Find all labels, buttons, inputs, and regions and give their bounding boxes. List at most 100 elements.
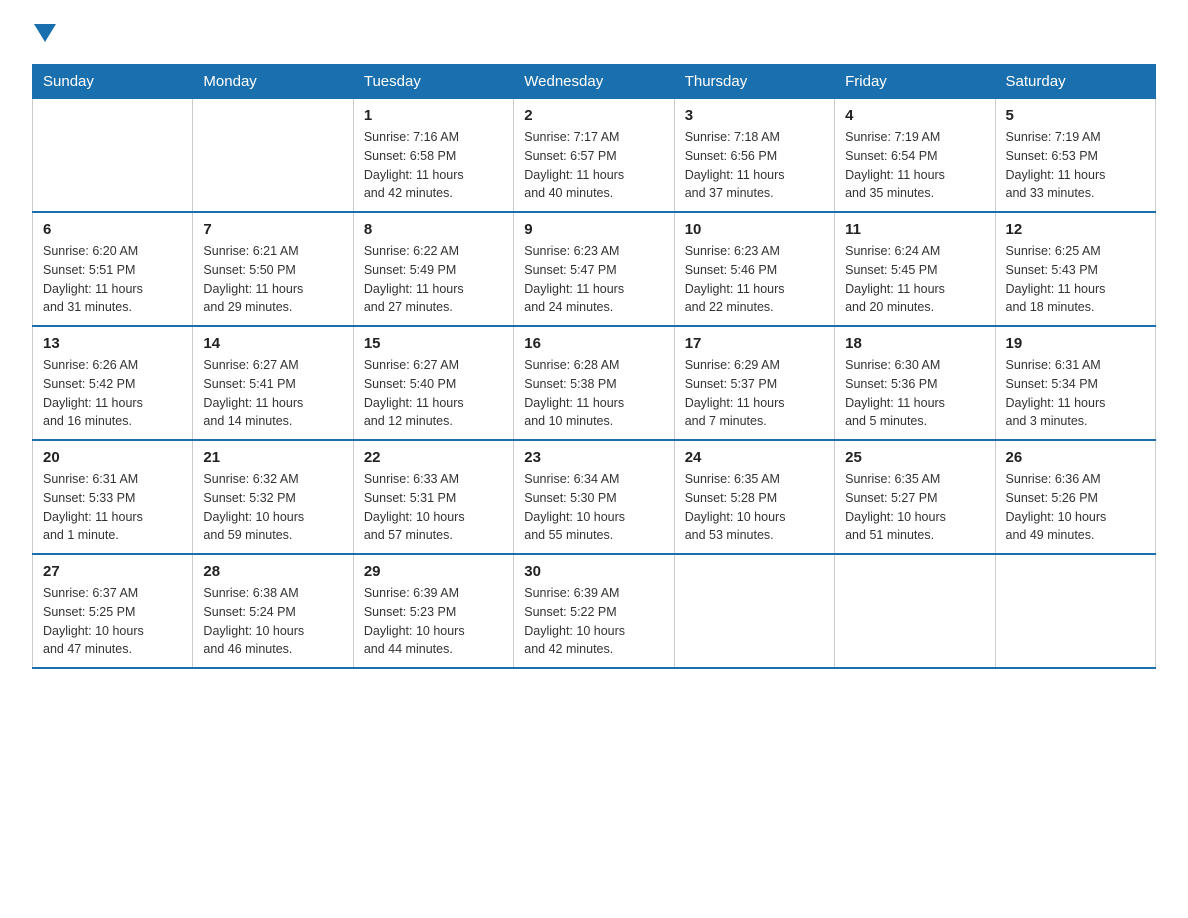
day-info: Sunrise: 6:27 AM Sunset: 5:40 PM Dayligh…: [364, 356, 503, 431]
calendar-cell: 13 Sunrise: 6:26 AM Sunset: 5:42 PM Dayli…: [33, 326, 193, 440]
calendar-cell: 10 Sunrise: 6:23 AM Sunset: 5:46 PM Dayli…: [674, 212, 834, 326]
day-number: 9: [524, 221, 663, 238]
day-info: Sunrise: 6:30 AM Sunset: 5:36 PM Dayligh…: [845, 356, 984, 431]
day-info: Sunrise: 6:31 AM Sunset: 5:33 PM Dayligh…: [43, 470, 182, 545]
calendar-cell: 3 Sunrise: 7:18 AM Sunset: 6:56 PM Daylig…: [674, 99, 834, 213]
calendar-cell: 4Sunrise: 7:19 AM Sunset: 6:54 PM Daylig…: [835, 99, 995, 213]
day-number: 13: [43, 335, 182, 352]
week-row: 27 Sunrise: 6:37 AM Sunset: 5:25 PM Dayli…: [33, 554, 1156, 668]
day-info: Sunrise: 6:20 AM Sunset: 5:51 PM Dayligh…: [43, 242, 182, 317]
day-header-wednesday: Wednesday: [514, 65, 674, 99]
day-number: 21: [203, 449, 342, 466]
calendar-cell: 21 Sunrise: 6:32 AM Sunset: 5:32 PM Dayli…: [193, 440, 353, 554]
calendar-body: 1 Sunrise: 7:16 AM Sunset: 6:58 PM Daylig…: [33, 99, 1156, 669]
day-number: 5: [1006, 107, 1145, 124]
week-row: 20Sunrise: 6:31 AM Sunset: 5:33 PM Dayli…: [33, 440, 1156, 554]
calendar-cell: 12 Sunrise: 6:25 AM Sunset: 5:43 PM Dayli…: [995, 212, 1155, 326]
day-number: 19: [1006, 335, 1145, 352]
calendar-cell: 2 Sunrise: 7:17 AM Sunset: 6:57 PM Daylig…: [514, 99, 674, 213]
calendar-cell: 20Sunrise: 6:31 AM Sunset: 5:33 PM Dayli…: [33, 440, 193, 554]
calendar-cell: 6 Sunrise: 6:20 AM Sunset: 5:51 PM Daylig…: [33, 212, 193, 326]
week-row: 1 Sunrise: 7:16 AM Sunset: 6:58 PM Daylig…: [33, 99, 1156, 213]
day-number: 2: [524, 107, 663, 124]
calendar-cell: 7 Sunrise: 6:21 AM Sunset: 5:50 PM Daylig…: [193, 212, 353, 326]
day-info: Sunrise: 7:16 AM Sunset: 6:58 PM Dayligh…: [364, 128, 503, 203]
days-of-week-row: SundayMondayTuesdayWednesdayThursdayFrid…: [33, 65, 1156, 99]
day-info: Sunrise: 7:19 AM Sunset: 6:53 PM Dayligh…: [1006, 128, 1145, 203]
day-info: Sunrise: 7:17 AM Sunset: 6:57 PM Dayligh…: [524, 128, 663, 203]
day-info: Sunrise: 6:29 AM Sunset: 5:37 PM Dayligh…: [685, 356, 824, 431]
day-info: Sunrise: 6:31 AM Sunset: 5:34 PM Dayligh…: [1006, 356, 1145, 431]
day-number: 23: [524, 449, 663, 466]
day-number: 18: [845, 335, 984, 352]
logo-triangle-icon: [34, 24, 56, 46]
day-info: Sunrise: 6:28 AM Sunset: 5:38 PM Dayligh…: [524, 356, 663, 431]
week-row: 13 Sunrise: 6:26 AM Sunset: 5:42 PM Dayli…: [33, 326, 1156, 440]
day-number: 8: [364, 221, 503, 238]
calendar-cell: 18 Sunrise: 6:30 AM Sunset: 5:36 PM Dayli…: [835, 326, 995, 440]
day-number: 12: [1006, 221, 1145, 238]
day-number: 6: [43, 221, 182, 238]
calendar-cell: 16 Sunrise: 6:28 AM Sunset: 5:38 PM Dayli…: [514, 326, 674, 440]
day-header-tuesday: Tuesday: [353, 65, 513, 99]
day-number: 22: [364, 449, 503, 466]
calendar-cell: 22 Sunrise: 6:33 AM Sunset: 5:31 PM Dayli…: [353, 440, 513, 554]
calendar-cell: 17 Sunrise: 6:29 AM Sunset: 5:37 PM Dayli…: [674, 326, 834, 440]
day-number: 16: [524, 335, 663, 352]
calendar-table: SundayMondayTuesdayWednesdayThursdayFrid…: [32, 64, 1156, 669]
calendar-cell: 11Sunrise: 6:24 AM Sunset: 5:45 PM Dayli…: [835, 212, 995, 326]
day-number: 28: [203, 563, 342, 580]
day-header-friday: Friday: [835, 65, 995, 99]
day-header-thursday: Thursday: [674, 65, 834, 99]
day-info: Sunrise: 6:35 AM Sunset: 5:28 PM Dayligh…: [685, 470, 824, 545]
calendar-cell: 5 Sunrise: 7:19 AM Sunset: 6:53 PM Daylig…: [995, 99, 1155, 213]
day-number: 17: [685, 335, 824, 352]
day-info: Sunrise: 6:23 AM Sunset: 5:46 PM Dayligh…: [685, 242, 824, 317]
day-info: Sunrise: 6:35 AM Sunset: 5:27 PM Dayligh…: [845, 470, 984, 545]
calendar-cell: [193, 99, 353, 213]
calendar-cell: 25Sunrise: 6:35 AM Sunset: 5:27 PM Dayli…: [835, 440, 995, 554]
day-number: 10: [685, 221, 824, 238]
day-info: Sunrise: 6:21 AM Sunset: 5:50 PM Dayligh…: [203, 242, 342, 317]
day-info: Sunrise: 6:33 AM Sunset: 5:31 PM Dayligh…: [364, 470, 503, 545]
day-number: 26: [1006, 449, 1145, 466]
day-info: Sunrise: 6:25 AM Sunset: 5:43 PM Dayligh…: [1006, 242, 1145, 317]
week-row: 6 Sunrise: 6:20 AM Sunset: 5:51 PM Daylig…: [33, 212, 1156, 326]
calendar-cell: 8Sunrise: 6:22 AM Sunset: 5:49 PM Daylig…: [353, 212, 513, 326]
day-number: 15: [364, 335, 503, 352]
day-info: Sunrise: 6:27 AM Sunset: 5:41 PM Dayligh…: [203, 356, 342, 431]
calendar-cell: 19 Sunrise: 6:31 AM Sunset: 5:34 PM Dayli…: [995, 326, 1155, 440]
day-number: 1: [364, 107, 503, 124]
day-info: Sunrise: 6:34 AM Sunset: 5:30 PM Dayligh…: [524, 470, 663, 545]
calendar-cell: 30Sunrise: 6:39 AM Sunset: 5:22 PM Dayli…: [514, 554, 674, 668]
day-info: Sunrise: 6:39 AM Sunset: 5:23 PM Dayligh…: [364, 584, 503, 659]
calendar-cell: 23 Sunrise: 6:34 AM Sunset: 5:30 PM Dayli…: [514, 440, 674, 554]
day-info: Sunrise: 6:32 AM Sunset: 5:32 PM Dayligh…: [203, 470, 342, 545]
logo: [32, 24, 56, 48]
day-info: Sunrise: 6:37 AM Sunset: 5:25 PM Dayligh…: [43, 584, 182, 659]
calendar-cell: [835, 554, 995, 668]
day-number: 3: [685, 107, 824, 124]
day-number: 7: [203, 221, 342, 238]
calendar-header: SundayMondayTuesdayWednesdayThursdayFrid…: [33, 65, 1156, 99]
calendar-cell: 24 Sunrise: 6:35 AM Sunset: 5:28 PM Dayli…: [674, 440, 834, 554]
logo-line1: [32, 24, 56, 48]
day-number: 24: [685, 449, 824, 466]
day-number: 27: [43, 563, 182, 580]
day-info: Sunrise: 7:18 AM Sunset: 6:56 PM Dayligh…: [685, 128, 824, 203]
day-info: Sunrise: 6:39 AM Sunset: 5:22 PM Dayligh…: [524, 584, 663, 659]
day-number: 29: [364, 563, 503, 580]
day-info: Sunrise: 6:23 AM Sunset: 5:47 PM Dayligh…: [524, 242, 663, 317]
day-info: Sunrise: 6:24 AM Sunset: 5:45 PM Dayligh…: [845, 242, 984, 317]
day-info: Sunrise: 6:26 AM Sunset: 5:42 PM Dayligh…: [43, 356, 182, 431]
day-number: 4: [845, 107, 984, 124]
calendar-cell: 28Sunrise: 6:38 AM Sunset: 5:24 PM Dayli…: [193, 554, 353, 668]
calendar-cell: 27 Sunrise: 6:37 AM Sunset: 5:25 PM Dayli…: [33, 554, 193, 668]
day-header-monday: Monday: [193, 65, 353, 99]
day-info: Sunrise: 6:36 AM Sunset: 5:26 PM Dayligh…: [1006, 470, 1145, 545]
day-header-sunday: Sunday: [33, 65, 193, 99]
calendar-cell: [674, 554, 834, 668]
calendar-cell: [33, 99, 193, 213]
header: [32, 24, 1156, 48]
calendar-cell: 1 Sunrise: 7:16 AM Sunset: 6:58 PM Daylig…: [353, 99, 513, 213]
